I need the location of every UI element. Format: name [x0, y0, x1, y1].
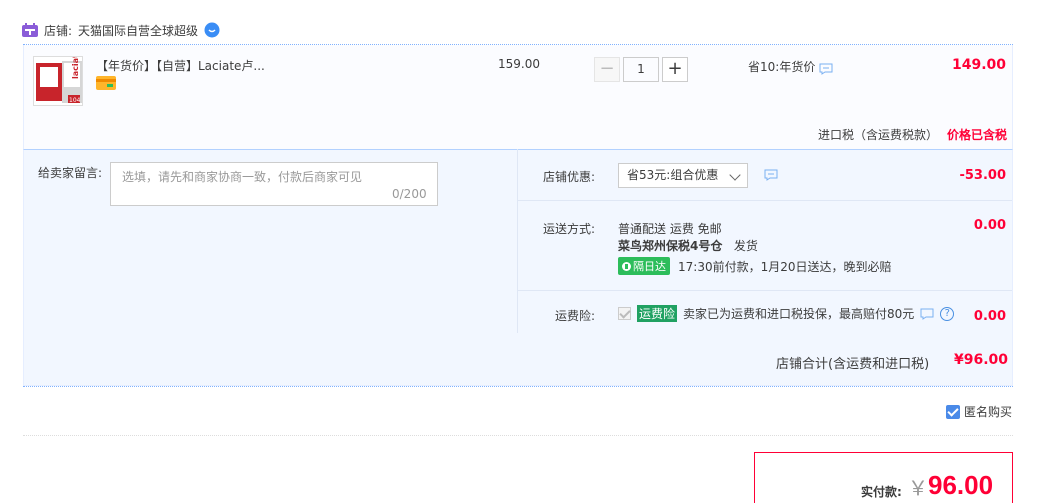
shipping-label: 运送方式: [543, 222, 596, 236]
promo-text: 省10:年货价 [748, 59, 816, 74]
anonymous-checkbox[interactable] [945, 404, 960, 419]
shipping-warehouse-line: 菜鸟郑州保税4号仓 发货 [618, 237, 758, 254]
import-tax-value: 价格已含税 [946, 128, 1007, 142]
payment-currency: ￥ [908, 476, 928, 500]
row-divider [518, 290, 1012, 291]
payment-label: 实付款: [861, 485, 902, 499]
tmall-shop-icon [22, 23, 38, 37]
shop-label: 店铺: [44, 23, 73, 38]
insurance-text: 卖家已为运费和进口税投保，最高赔付80元 [683, 307, 915, 321]
item-title[interactable]: 【年货价】【自营】Laciate卢... [96, 57, 296, 74]
shipping-eta-line: 隔日达 17:30前付款，1月20日送达，晚到必赔 [618, 257, 892, 275]
insurance-label: 运费险: [555, 309, 596, 323]
shipping-warehouse: 菜鸟郑州保税4号仓 [618, 239, 723, 253]
shop-header: 店铺: 天猫国际自营全球超级 [22, 19, 220, 41]
next-day-badge-text: 隔日达 [633, 260, 666, 273]
discount-value: -53.00 [959, 168, 1006, 183]
insurance-checkbox[interactable] [618, 307, 631, 320]
divider [23, 386, 1013, 387]
shop-name[interactable]: 天猫国际自营全球超级 [78, 22, 198, 39]
column-divider [517, 149, 518, 333]
quantity-stepper: − 1 + [594, 57, 688, 82]
shop-total-label: 店铺合计(含运费和进口税) [776, 357, 930, 372]
product-thumbnail[interactable]: laciate 104 [33, 56, 83, 106]
chevron-down-icon [729, 169, 741, 181]
thumb-brand: laciate [71, 57, 80, 79]
help-question-icon[interactable]: ? [940, 306, 955, 321]
promo-chat-icon[interactable] [819, 63, 833, 75]
anonymous-label: 匿名购买 [963, 405, 1012, 419]
insurance-value: 0.00 [973, 309, 1006, 324]
next-day-badge: 隔日达 [618, 257, 670, 275]
quantity-input[interactable]: 1 [623, 57, 659, 82]
divider [23, 435, 1013, 436]
shipping-eta: 17:30前付款，1月20日送达，晚到必赔 [678, 259, 892, 274]
insurance-row: 运费险 卖家已为运费和进口税投保，最高赔付80元 ? [618, 305, 955, 322]
import-tax-label: 进口税（含运费税款） [818, 128, 939, 142]
discount-selected: 省53元:组合优惠 [627, 168, 719, 182]
discount-chat-icon[interactable] [764, 169, 778, 181]
wangwang-chat-icon[interactable] [204, 22, 220, 38]
quantity-increase-button[interactable]: + [662, 57, 688, 82]
unit-price: 159.00 [498, 57, 540, 71]
shop-total-value: ¥96.00 [954, 352, 1009, 368]
shipping-dispatch: 发货 [733, 239, 758, 253]
thumb-badge: 104 [69, 97, 81, 104]
anonymous-purchase[interactable]: 匿名购买 [945, 403, 1012, 420]
discount-select[interactable]: 省53元:组合优惠 [618, 163, 748, 188]
memo-char-count: 0/200 [392, 187, 427, 201]
memo-placeholder: 选填，请先和商家协商一致，付款后商家可见 [122, 170, 363, 184]
quantity-decrease-button[interactable]: − [594, 57, 620, 82]
row-divider [518, 200, 1012, 201]
discount-label: 店铺优惠: [543, 170, 596, 184]
insurance-chat-icon[interactable] [920, 308, 934, 320]
lightning-icon [622, 261, 631, 271]
shipping-method: 普通配送 运费 免邮 [618, 222, 722, 236]
insurance-badge: 运费险 [637, 305, 678, 322]
item-line-total: 149.00 [951, 57, 1006, 73]
payment-amount: 96.00 [928, 470, 994, 500]
item-promo: 省10:年货价 [748, 57, 833, 75]
product-image: laciate 104 [34, 57, 82, 105]
shipping-value: 0.00 [973, 218, 1006, 233]
credit-card-icon [96, 76, 116, 90]
memo-label: 给卖家留言: [38, 166, 103, 180]
